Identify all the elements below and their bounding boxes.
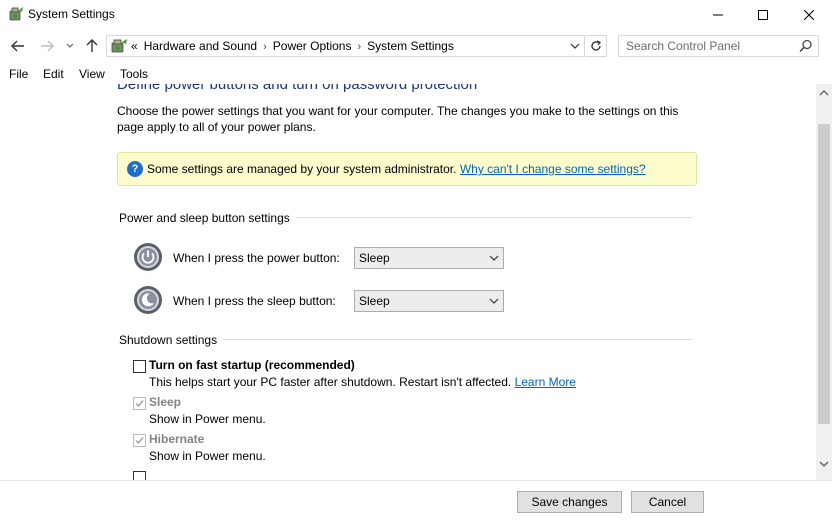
vertical-scrollbar[interactable]: [816, 84, 832, 480]
checkmark-icon: [135, 437, 144, 445]
help-icon: ?: [127, 161, 143, 177]
power-button-value: Sleep: [359, 251, 390, 265]
title-bar: System Settings: [0, 0, 832, 30]
sleep-option-title: Sleep: [149, 395, 182, 409]
info-message: Some settings are managed by your system…: [147, 162, 646, 176]
scroll-down-icon[interactable]: [819, 459, 829, 469]
chevron-down-icon: [489, 298, 499, 304]
breadcrumb-hardware-and-sound[interactable]: Hardware and Sound: [144, 39, 257, 53]
info-text: Some settings are managed by your system…: [147, 162, 457, 176]
shutdown-group-title: Shutdown settings: [119, 333, 224, 347]
sleep-checkbox[interactable]: [133, 397, 146, 410]
power-button-label: When I press the power button:: [173, 251, 340, 265]
arrow-right-icon: [41, 40, 54, 52]
minimize-button[interactable]: [695, 0, 741, 30]
breadcrumb-power-options[interactable]: Power Options: [273, 39, 352, 53]
scroll-up-icon[interactable]: [819, 88, 829, 98]
recent-locations-button[interactable]: [62, 36, 78, 56]
chevron-down-icon: [66, 43, 74, 48]
forward-button[interactable]: [37, 36, 57, 56]
power-options-app-icon: [8, 6, 24, 22]
admin-info-bar: ? Some settings are managed by your syst…: [117, 152, 697, 186]
close-icon: [804, 10, 814, 20]
hibernate-checkbox[interactable]: [133, 434, 146, 447]
breadcrumb-separator-icon[interactable]: ›: [263, 41, 267, 53]
refresh-button[interactable]: [586, 35, 607, 57]
search-input[interactable]: [619, 36, 799, 56]
address-bar[interactable]: « Hardware and Sound › Power Options › System…: [106, 35, 585, 57]
menu-tools[interactable]: Tools: [120, 67, 148, 81]
window-title: System Settings: [28, 7, 115, 21]
breadcrumb-overflow[interactable]: «: [131, 39, 138, 53]
fast-startup-checkbox[interactable]: [133, 360, 146, 373]
close-button[interactable]: [786, 0, 832, 30]
checkmark-icon: [135, 400, 144, 408]
sleep-button-label: When I press the sleep button:: [173, 294, 336, 308]
maximize-button[interactable]: [740, 0, 786, 30]
menu-edit[interactable]: Edit: [43, 67, 64, 81]
learn-more-link[interactable]: Learn More: [515, 375, 576, 389]
page-heading: Define power buttons and turn on passwor…: [117, 84, 478, 93]
breadcrumb: « Hardware and Sound › Power Options › System…: [131, 39, 454, 53]
power-button-icon: [133, 242, 163, 272]
menu-file[interactable]: File: [9, 67, 28, 81]
search-icon[interactable]: [799, 39, 815, 53]
footer-bar: Save changes Cancel: [0, 480, 832, 522]
page-description: Choose the power settings that you want …: [117, 104, 679, 134]
control-panel-icon: [110, 38, 128, 54]
save-changes-button[interactable]: Save changes: [517, 491, 622, 513]
menu-view[interactable]: View: [79, 67, 105, 81]
up-button[interactable]: [82, 36, 102, 56]
fast-startup-desc-text: This helps start your PC faster after sh…: [149, 375, 512, 389]
power-button-select[interactable]: Sleep: [354, 247, 504, 269]
breadcrumb-system-settings[interactable]: System Settings: [367, 39, 454, 53]
fast-startup-title[interactable]: Turn on fast startup (recommended): [149, 358, 355, 372]
address-dropdown-button[interactable]: [568, 38, 582, 54]
cancel-button[interactable]: Cancel: [631, 491, 704, 513]
chevron-down-icon: [489, 255, 499, 261]
fast-startup-description: This helps start your PC faster after sh…: [149, 375, 576, 389]
power-group-title: Power and sleep button settings: [119, 211, 296, 225]
scrollbar-thumb[interactable]: [818, 124, 830, 424]
arrow-up-icon: [86, 39, 98, 52]
back-button[interactable]: [8, 36, 28, 56]
arrow-left-icon: [11, 40, 24, 52]
sleep-button-icon: [133, 285, 163, 315]
hibernate-option-description: Show in Power menu.: [149, 449, 266, 463]
breadcrumb-separator-icon[interactable]: ›: [357, 41, 361, 53]
content-pane: Define power buttons and turn on passwor…: [0, 84, 816, 480]
refresh-icon: [591, 40, 602, 51]
sleep-button-value: Sleep: [359, 294, 390, 308]
chevron-down-icon: [570, 43, 580, 49]
hibernate-option-title: Hibernate: [149, 432, 205, 446]
search-box[interactable]: [618, 35, 819, 57]
maximize-icon: [758, 10, 768, 20]
lock-checkbox[interactable]: [133, 471, 146, 480]
sleep-option-description: Show in Power menu.: [149, 412, 266, 426]
sleep-button-select[interactable]: Sleep: [354, 290, 504, 312]
why-cant-i-change-link[interactable]: Why can't I change some settings?: [460, 162, 646, 176]
minimize-icon: [713, 14, 723, 16]
